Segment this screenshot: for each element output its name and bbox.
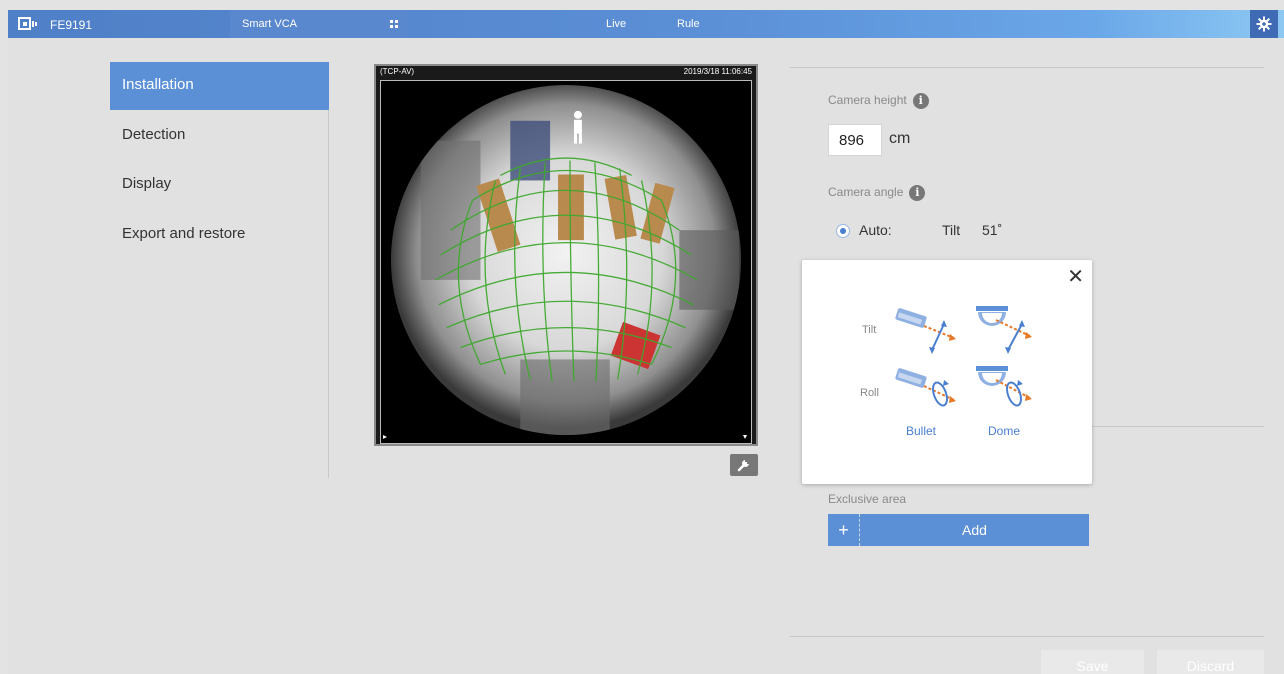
- add-exclusive-area-button[interactable]: + Add: [828, 514, 1089, 546]
- plus-icon: +: [828, 514, 860, 546]
- bullet-tilt-icon: [895, 308, 956, 354]
- exclusive-area-label: Exclusive area: [828, 492, 907, 506]
- timestamp: 2019/3/18 11:06:45: [683, 67, 752, 76]
- camera-logo-icon: [18, 17, 37, 30]
- apps-grid-icon[interactable]: [390, 20, 398, 28]
- camera-height-label: Camera height i: [828, 93, 929, 109]
- sidebar-item-export-restore[interactable]: Export and restore: [110, 211, 329, 259]
- divider: [1092, 426, 1264, 427]
- device-model: FE9191: [50, 18, 93, 32]
- col-label-bullet: Bullet: [906, 424, 937, 438]
- stream-label: (TCP-AV): [380, 67, 415, 76]
- dome-tilt-icon: [976, 306, 1032, 354]
- sidebar-item-detection[interactable]: Detection: [110, 112, 329, 160]
- sidebar-item-installation[interactable]: Installation: [110, 62, 329, 110]
- row-label-tilt: Tilt: [862, 324, 877, 336]
- wrench-icon: [737, 460, 749, 472]
- svg-text:▸: ▸: [383, 432, 387, 441]
- fisheye-view[interactable]: ▸ ▾: [380, 80, 752, 444]
- settings-sidebar: Installation Detection Display Export an…: [110, 62, 329, 478]
- svg-text:▾: ▾: [743, 432, 747, 441]
- tab-smart-vca-label: Smart VCA: [242, 18, 298, 30]
- save-button[interactable]: Save: [1041, 650, 1144, 674]
- info-icon[interactable]: i: [912, 93, 929, 109]
- col-label-dome: Dome: [988, 424, 1021, 438]
- divider: [790, 67, 1264, 68]
- video-preview: (TCP-AV) 2019/3/18 11:06:45 ▸ ▾: [374, 64, 758, 446]
- camera-angle-help-popup: ✕ Tilt Roll Bullet Dome: [802, 260, 1092, 484]
- camera-height-input[interactable]: 896: [828, 124, 882, 156]
- dome-roll-icon: [976, 366, 1032, 407]
- tab-smart-vca[interactable]: Smart VCA: [230, 10, 408, 38]
- nav-rule[interactable]: Rule: [677, 18, 700, 30]
- auto-radio[interactable]: [836, 224, 850, 238]
- app-window: FE9191 Smart VCA Live Rule Installation …: [8, 10, 1284, 674]
- tilt-value: 51˚: [982, 222, 1003, 238]
- auto-label: Auto:: [859, 222, 892, 238]
- nav-live[interactable]: Live: [606, 18, 626, 30]
- fisheye-image: ▸ ▾: [381, 81, 751, 443]
- bullet-roll-icon: [895, 368, 956, 407]
- settings-button[interactable]: [1250, 10, 1278, 38]
- tilt-label: Tilt: [942, 222, 961, 238]
- close-icon[interactable]: ✕: [1067, 264, 1084, 289]
- camera-height-unit: cm: [889, 130, 911, 147]
- discard-button[interactable]: Discard: [1157, 650, 1264, 674]
- sidebar-item-display[interactable]: Display: [110, 161, 329, 209]
- divider: [790, 636, 1264, 637]
- info-icon[interactable]: i: [909, 185, 926, 201]
- gear-icon: [1256, 16, 1272, 32]
- add-button-label: Add: [962, 522, 987, 538]
- top-bar: FE9191 Smart VCA Live Rule: [8, 10, 1284, 38]
- row-label-roll: Roll: [860, 387, 879, 399]
- wrench-button[interactable]: [730, 454, 758, 476]
- camera-angle-label: Camera angle i: [828, 185, 926, 201]
